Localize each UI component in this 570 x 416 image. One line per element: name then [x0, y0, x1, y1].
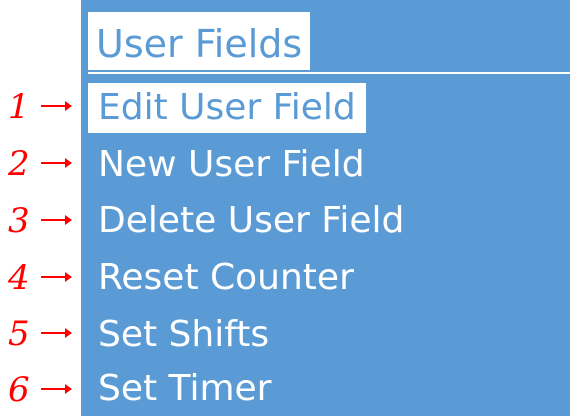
right-arrow-icon [41, 214, 73, 226]
menu-title: User Fields [88, 12, 311, 70]
right-arrow-icon [41, 327, 73, 339]
title-divider [88, 72, 570, 74]
menu-item-new-user-field[interactable]: New User Field [88, 140, 375, 190]
right-arrow-icon [41, 271, 73, 283]
right-arrow-icon [41, 100, 73, 112]
menu-item-reset-counter[interactable]: Reset Counter [88, 253, 364, 303]
right-arrow-icon [41, 157, 73, 169]
menu-item-set-timer[interactable]: Set Timer [88, 364, 281, 414]
right-arrow-icon [41, 383, 73, 395]
menu-item-set-shifts[interactable]: Set Shifts [88, 310, 279, 360]
menu-item-edit-user-field[interactable]: Edit User Field [88, 83, 366, 133]
menu-item-delete-user-field[interactable]: Delete User Field [88, 196, 414, 246]
